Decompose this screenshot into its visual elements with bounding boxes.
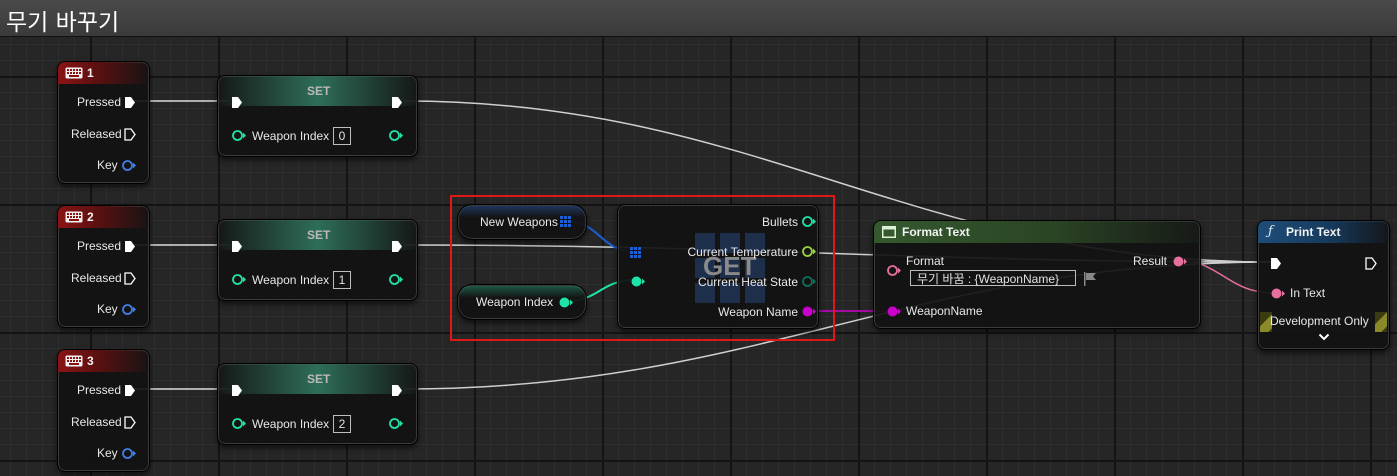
print-text-node[interactable]: ƒ Print Text In Text Development Only: [1257, 220, 1390, 350]
localization-flag-icon[interactable]: [1083, 271, 1099, 287]
released-exec-pin[interactable]: [124, 416, 136, 429]
int-input-pin[interactable]: [231, 129, 247, 142]
key-event-node-3[interactable]: 3 Pressed Released Key: [57, 349, 150, 472]
pressed-label: Pressed: [77, 239, 122, 253]
chevron-down-icon[interactable]: [1318, 333, 1330, 342]
var-label: Weapon Index: [252, 273, 330, 287]
format-text-title: Format Text: [902, 225, 970, 239]
development-only-label: Development Only: [1270, 314, 1369, 328]
in-text-label: In Text: [1290, 286, 1326, 300]
pressed-exec-pin[interactable]: [124, 384, 136, 397]
highlight-box: [450, 195, 835, 341]
pressed-label: Pressed: [77, 95, 122, 109]
function-icon: ƒ: [1268, 224, 1273, 239]
weapon-name-input-pin[interactable]: [886, 305, 902, 318]
blueprint-graph[interactable]: 무기 바꾸기 1 Pressed Released Key 2 Pressed: [0, 0, 1397, 476]
weapon-index-value-input[interactable]: 0: [333, 127, 351, 145]
set-node-title: SET: [307, 228, 331, 242]
format-text-icon: [882, 226, 896, 238]
keyboard-icon: [65, 67, 83, 79]
set-node-title: SET: [307, 372, 331, 386]
released-exec-pin[interactable]: [124, 272, 136, 285]
key-struct-pin[interactable]: [121, 303, 137, 316]
var-label: Weapon Index: [252, 129, 330, 143]
key-event-title: 2: [87, 210, 94, 224]
format-label: Format: [906, 254, 945, 268]
key-event-title: 3: [87, 354, 94, 368]
format-text-node[interactable]: Format Text Format 무기 바꿈 : {WeaponName} …: [873, 220, 1201, 329]
set-node-1[interactable]: SET Weapon Index 0: [217, 75, 418, 157]
exec-out-pin[interactable]: [1365, 257, 1377, 270]
exec-out-pin[interactable]: [391, 384, 403, 397]
key-event-title: 1: [87, 66, 94, 80]
int-output-pin[interactable]: [388, 129, 404, 142]
exec-in-pin[interactable]: [1270, 257, 1282, 270]
format-input-pin[interactable]: [886, 264, 902, 277]
key-label: Key: [97, 302, 118, 316]
key-label: Key: [97, 446, 118, 460]
exec-in-pin[interactable]: [231, 240, 243, 253]
exec-out-pin[interactable]: [391, 240, 403, 253]
print-text-title: Print Text: [1286, 225, 1341, 239]
keyboard-icon: [65, 211, 83, 223]
exec-in-pin[interactable]: [231, 96, 243, 109]
released-label: Released: [71, 127, 122, 141]
key-struct-pin[interactable]: [121, 159, 137, 172]
key-event-node-2[interactable]: 2 Pressed Released Key: [57, 205, 150, 328]
pressed-exec-pin[interactable]: [124, 96, 136, 109]
var-label: Weapon Index: [252, 417, 330, 431]
int-output-pin[interactable]: [388, 417, 404, 430]
keyboard-icon: [65, 355, 83, 367]
in-text-input-pin[interactable]: [1270, 287, 1286, 300]
int-output-pin[interactable]: [388, 273, 404, 286]
set-node-3[interactable]: SET Weapon Index 2: [217, 363, 418, 445]
exec-out-pin[interactable]: [391, 96, 403, 109]
released-label: Released: [71, 415, 122, 429]
format-value-input[interactable]: 무기 바꿈 : {WeaponName}: [910, 270, 1076, 286]
weapon-name-arg-label: WeaponName: [906, 304, 983, 318]
set-node-2[interactable]: SET Weapon Index 1: [217, 219, 418, 301]
key-struct-pin[interactable]: [121, 447, 137, 460]
int-input-pin[interactable]: [231, 417, 247, 430]
released-label: Released: [71, 271, 122, 285]
pressed-exec-pin[interactable]: [124, 240, 136, 253]
key-event-node-1[interactable]: 1 Pressed Released Key: [57, 61, 150, 184]
int-input-pin[interactable]: [231, 273, 247, 286]
weapon-index-value-input[interactable]: 1: [333, 271, 351, 289]
result-label: Result: [1133, 254, 1168, 268]
key-label: Key: [97, 158, 118, 172]
released-exec-pin[interactable]: [124, 128, 136, 141]
result-output-pin[interactable]: [1172, 255, 1188, 268]
weapon-index-value-input[interactable]: 2: [333, 415, 351, 433]
set-node-title: SET: [307, 84, 331, 98]
exec-in-pin[interactable]: [231, 384, 243, 397]
pressed-label: Pressed: [77, 383, 122, 397]
